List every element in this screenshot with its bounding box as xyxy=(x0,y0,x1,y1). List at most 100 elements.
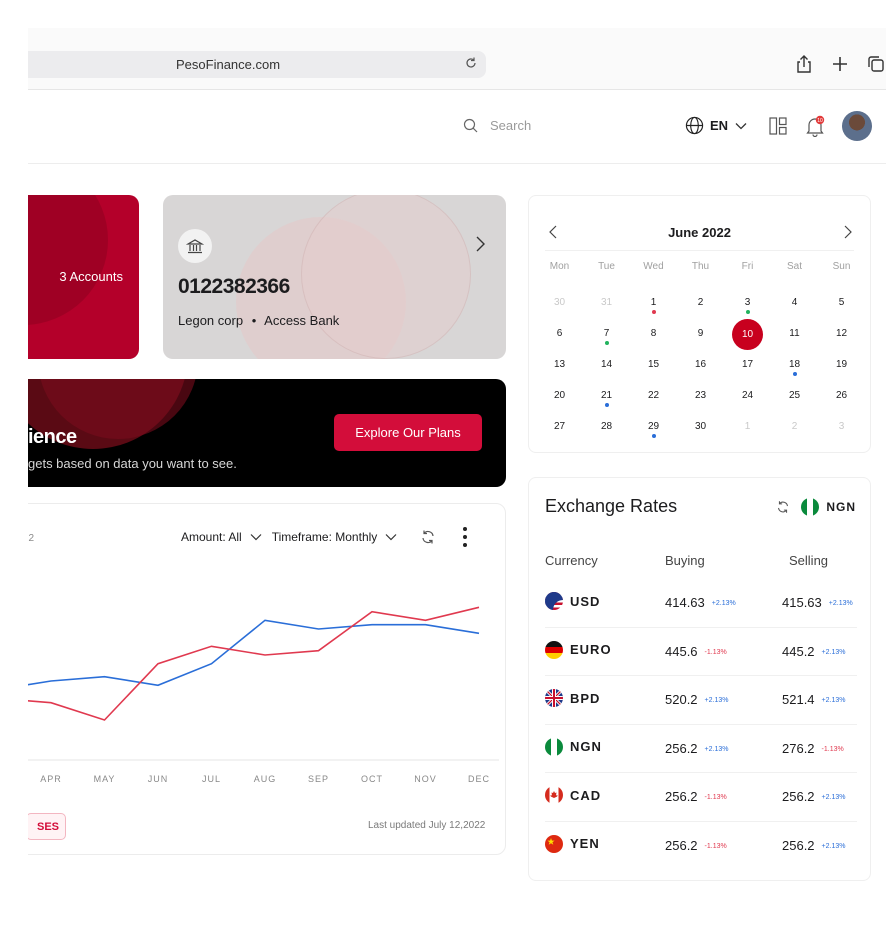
currency-code: BPD xyxy=(570,690,601,706)
calendar-widget: June 2022 Mon Tue Wed Thu Fri Sat Sun 30 31 1 2 3 4 5… xyxy=(528,195,871,453)
chart-tag[interactable]: SES xyxy=(28,813,66,840)
calendar-day[interactable]: 6 xyxy=(536,320,583,351)
explore-plans-button[interactable]: Explore Our Plans xyxy=(334,414,482,451)
currency-cell: YEN xyxy=(545,834,600,853)
calendar-day[interactable]: 30 xyxy=(677,413,724,444)
calendar-day[interactable]: 13 xyxy=(536,351,583,382)
calendar-day[interactable]: 17 xyxy=(724,351,771,382)
calendar-day[interactable]: 9 xyxy=(677,320,724,351)
nigeria-flag-icon xyxy=(545,737,563,756)
calendar-day[interactable]: 28 xyxy=(583,413,630,444)
user-avatar[interactable] xyxy=(842,111,872,141)
selling-column-header: Selling xyxy=(789,553,829,568)
calendar-day[interactable]: 30 xyxy=(536,289,583,320)
calendar-day[interactable]: 11 xyxy=(771,320,818,351)
banner-title: ience xyxy=(28,426,77,448)
account-name: Legon corp xyxy=(178,313,244,328)
share-icon[interactable] xyxy=(794,54,814,74)
chart-date: 22 xyxy=(28,533,35,544)
last-updated-text: Last updated July 12,2022 xyxy=(368,820,486,831)
calendar-day[interactable]: 4 xyxy=(771,289,818,320)
weekday-label: Tue xyxy=(598,261,615,272)
calendar-day[interactable]: 3 xyxy=(818,413,865,444)
calendar-day-number: 28 xyxy=(600,421,613,432)
calendar-day[interactable]: 29 xyxy=(630,413,677,444)
bank-name: Access Bank xyxy=(264,313,340,328)
calendar-day[interactable]: 15 xyxy=(630,351,677,382)
calendar-day[interactable]: 16 xyxy=(677,351,724,382)
bank-account-card[interactable]: 0122382366 Legon corp • Access Bank xyxy=(163,195,506,359)
calendar-day[interactable]: 26 xyxy=(818,382,865,413)
buying-rate-cell: 520.2 +2.13% xyxy=(665,692,728,707)
rate-row[interactable]: CAD 256.2 -1.13% 256.2 +2.13% xyxy=(545,773,857,822)
calendar-day[interactable]: 31 xyxy=(583,289,630,320)
buying-rate-cell: 445.6 -1.13% xyxy=(665,644,727,659)
calendar-day[interactable]: 21 xyxy=(583,382,630,413)
rates-controls: NGN xyxy=(775,498,856,516)
currency-code: EURO xyxy=(570,642,612,657)
layout-grid-icon[interactable] xyxy=(767,115,789,137)
chevron-down-icon xyxy=(385,534,397,541)
amount-filter-dropdown[interactable]: Amount: All xyxy=(181,530,262,544)
rate-row[interactable]: BPD 520.2 +2.13% 521.4 +2.13% xyxy=(545,676,857,725)
tabs-icon[interactable] xyxy=(866,54,886,74)
rate-row[interactable]: YEN 256.2 -1.13% 256.2 +2.13% xyxy=(545,822,857,871)
rate-row[interactable]: USD 414.63 +2.13% 415.63 +2.13% xyxy=(545,579,857,628)
rate-change-badge: -1.13% xyxy=(704,794,727,801)
calendar-week-row: 30 31 1 2 3 4 5 xyxy=(536,289,865,320)
base-currency-selector[interactable]: NGN xyxy=(801,498,856,516)
selling-rate-cell: 276.2 -1.13% xyxy=(782,741,844,756)
search-icon xyxy=(463,118,478,133)
calendar-day-number: 4 xyxy=(791,297,798,308)
chevron-right-icon[interactable] xyxy=(474,235,486,253)
calendar-day-selected[interactable]: 10 xyxy=(724,319,771,351)
calendar-day[interactable]: 2 xyxy=(677,289,724,320)
reload-icon[interactable] xyxy=(464,56,478,70)
selling-rate: 521.4 xyxy=(782,692,815,707)
calendar-day-number: 9 xyxy=(697,328,704,339)
buying-rate: 445.6 xyxy=(665,643,698,659)
calendar-day[interactable]: 3 xyxy=(724,289,771,320)
banner-subtitle: gets based on data you want to see. xyxy=(28,456,237,471)
canada-flag-icon xyxy=(545,786,563,804)
x-tick-label: MAY xyxy=(94,774,116,784)
calendar-day[interactable]: 18 xyxy=(771,351,818,382)
calendar-day[interactable]: 25 xyxy=(771,382,818,413)
timeframe-filter-dropdown[interactable]: Timeframe: Monthly xyxy=(272,530,398,544)
calendar-day[interactable]: 2 xyxy=(771,413,818,444)
calendar-day-number: 16 xyxy=(694,359,707,370)
calendar-day[interactable]: 24 xyxy=(724,382,771,413)
search-input[interactable]: Search xyxy=(463,118,531,133)
exchange-rates-card: Exchange Rates NGN Currency Buying Selli… xyxy=(528,477,871,881)
calendar-day[interactable]: 5 xyxy=(818,289,865,320)
calendar-day[interactable]: 27 xyxy=(536,413,583,444)
calendar-day[interactable]: 12 xyxy=(818,320,865,351)
x-tick-label: NOV xyxy=(414,774,437,784)
rate-row[interactable]: NGN 256.2 +2.13% 276.2 -1.13% xyxy=(545,725,857,773)
calendar-day[interactable]: 1 xyxy=(724,413,771,444)
calendar-day[interactable]: 19 xyxy=(818,351,865,382)
calendar-day[interactable]: 23 xyxy=(677,382,724,413)
calendar-day-number: 1 xyxy=(650,297,657,308)
chevron-right-icon[interactable] xyxy=(843,225,853,239)
calendar-day[interactable]: 22 xyxy=(630,382,677,413)
accounts-card[interactable]: 3 Accounts xyxy=(28,195,139,359)
calendar-weekday-row: Mon Tue Wed Thu Fri Sat Sun xyxy=(536,258,865,289)
calendar-day-number: 14 xyxy=(600,359,613,370)
amount-filter-label: Amount: All xyxy=(181,530,242,544)
calendar-day[interactable]: 8 xyxy=(630,320,677,351)
calendar-day[interactable]: 14 xyxy=(583,351,630,382)
bell-icon[interactable]: 10 xyxy=(804,115,826,137)
address-bar[interactable]: PesoFinance.com xyxy=(28,51,486,78)
weekday-label: Sun xyxy=(832,261,851,272)
calendar-day[interactable]: 20 xyxy=(536,382,583,413)
refresh-icon[interactable] xyxy=(775,499,791,515)
rate-row[interactable]: EURO 445.6 -1.13% 445.2 +2.13% xyxy=(545,628,857,676)
language-selector[interactable]: EN xyxy=(685,116,748,135)
calendar-day[interactable]: 7 xyxy=(583,320,630,351)
buying-rate: 256.2 xyxy=(665,740,698,756)
new-tab-icon[interactable] xyxy=(830,54,850,74)
weekday-label: Mon xyxy=(549,261,570,272)
weekday-label: Sat xyxy=(786,261,802,272)
calendar-day[interactable]: 1 xyxy=(630,289,677,320)
